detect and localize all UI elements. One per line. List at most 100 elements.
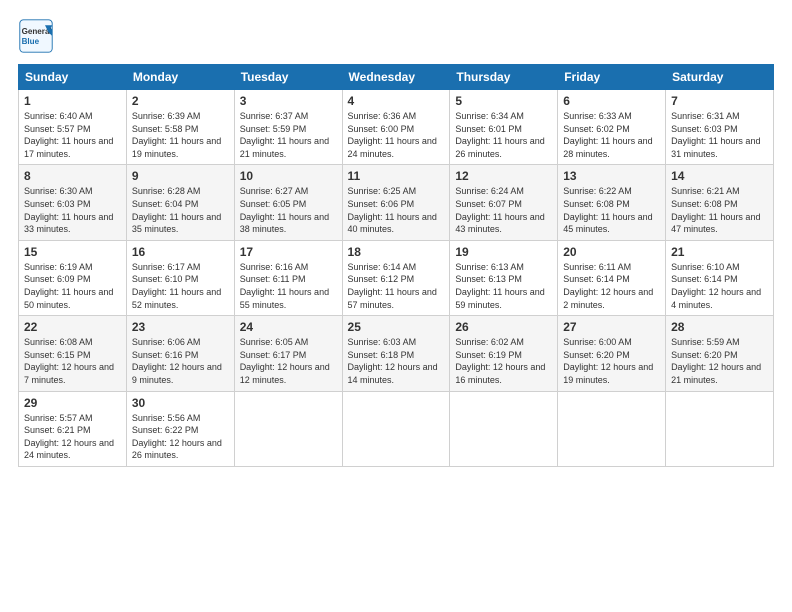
header-row: SundayMondayTuesdayWednesdayThursdayFrid…: [19, 65, 774, 90]
day-number: 27: [563, 320, 660, 334]
cell-info: Sunrise: 6:33 AMSunset: 6:02 PMDaylight:…: [563, 110, 660, 160]
day-number: 6: [563, 94, 660, 108]
logo: General Blue: [18, 18, 54, 54]
day-number: 21: [671, 245, 768, 259]
cell-info: Sunrise: 6:16 AMSunset: 6:11 PMDaylight:…: [240, 261, 337, 311]
calendar-cell: 24Sunrise: 6:05 AMSunset: 6:17 PMDayligh…: [234, 316, 342, 391]
cell-info: Sunrise: 6:28 AMSunset: 6:04 PMDaylight:…: [132, 185, 229, 235]
calendar-cell: 11 Sunrise: 6:25 AMSunset: 6:06 PMDayligh…: [342, 165, 450, 240]
cell-info: Sunrise: 6:11 AMSunset: 6:14 PMDaylight:…: [563, 261, 660, 311]
calendar-cell: 23 Sunrise: 6:06 AMSunset: 6:16 PMDayligh…: [126, 316, 234, 391]
calendar-cell: 28 Sunrise: 5:59 AMSunset: 6:20 PMDayligh…: [666, 316, 774, 391]
col-header-saturday: Saturday: [666, 65, 774, 90]
cell-info: Sunrise: 6:13 AMSunset: 6:13 PMDaylight:…: [455, 261, 552, 311]
day-number: 23: [132, 320, 229, 334]
day-number: 25: [348, 320, 445, 334]
week-row-4: 22 Sunrise: 6:08 AMSunset: 6:15 PMDayligh…: [19, 316, 774, 391]
calendar-cell: 22 Sunrise: 6:08 AMSunset: 6:15 PMDayligh…: [19, 316, 127, 391]
week-row-1: 1 Sunrise: 6:40 AMSunset: 5:57 PMDaylight…: [19, 90, 774, 165]
calendar-cell: [234, 391, 342, 466]
day-number: 28: [671, 320, 768, 334]
cell-info: Sunrise: 5:57 AMSunset: 6:21 PMDaylight:…: [24, 412, 121, 462]
cell-info: Sunrise: 6:21 AMSunset: 6:08 PMDaylight:…: [671, 185, 768, 235]
calendar-cell: 18Sunrise: 6:14 AMSunset: 6:12 PMDayligh…: [342, 240, 450, 315]
calendar-cell: [558, 391, 666, 466]
calendar-cell: 1 Sunrise: 6:40 AMSunset: 5:57 PMDaylight…: [19, 90, 127, 165]
day-number: 8: [24, 169, 121, 183]
day-number: 30: [132, 396, 229, 410]
day-number: 12: [455, 169, 552, 183]
calendar-cell: 2 Sunrise: 6:39 AMSunset: 5:58 PMDaylight…: [126, 90, 234, 165]
cell-info: Sunrise: 6:22 AMSunset: 6:08 PMDaylight:…: [563, 185, 660, 235]
day-number: 15: [24, 245, 121, 259]
week-row-5: 29 Sunrise: 5:57 AMSunset: 6:21 PMDayligh…: [19, 391, 774, 466]
calendar-cell: 3Sunrise: 6:37 AMSunset: 5:59 PMDaylight…: [234, 90, 342, 165]
cell-info: Sunrise: 6:37 AMSunset: 5:59 PMDaylight:…: [240, 110, 337, 160]
calendar-cell: 10Sunrise: 6:27 AMSunset: 6:05 PMDayligh…: [234, 165, 342, 240]
cell-info: Sunrise: 6:40 AMSunset: 5:57 PMDaylight:…: [24, 110, 121, 160]
svg-text:Blue: Blue: [22, 37, 40, 46]
day-number: 19: [455, 245, 552, 259]
logo-icon: General Blue: [18, 18, 54, 54]
day-number: 1: [24, 94, 121, 108]
calendar-cell: [342, 391, 450, 466]
day-number: 14: [671, 169, 768, 183]
col-header-monday: Monday: [126, 65, 234, 90]
day-number: 17: [240, 245, 337, 259]
cell-info: Sunrise: 6:24 AMSunset: 6:07 PMDaylight:…: [455, 185, 552, 235]
calendar-cell: 14 Sunrise: 6:21 AMSunset: 6:08 PMDayligh…: [666, 165, 774, 240]
calendar-cell: 8 Sunrise: 6:30 AMSunset: 6:03 PMDaylight…: [19, 165, 127, 240]
calendar-table: SundayMondayTuesdayWednesdayThursdayFrid…: [18, 64, 774, 467]
col-header-wednesday: Wednesday: [342, 65, 450, 90]
cell-info: Sunrise: 6:34 AMSunset: 6:01 PMDaylight:…: [455, 110, 552, 160]
calendar-cell: 30 Sunrise: 5:56 AMSunset: 6:22 PMDayligh…: [126, 391, 234, 466]
week-row-2: 8 Sunrise: 6:30 AMSunset: 6:03 PMDaylight…: [19, 165, 774, 240]
calendar-cell: 25 Sunrise: 6:03 AMSunset: 6:18 PMDayligh…: [342, 316, 450, 391]
week-row-3: 15Sunrise: 6:19 AMSunset: 6:09 PMDayligh…: [19, 240, 774, 315]
cell-info: Sunrise: 6:02 AMSunset: 6:19 PMDaylight:…: [455, 336, 552, 386]
day-number: 13: [563, 169, 660, 183]
cell-info: Sunrise: 6:31 AMSunset: 6:03 PMDaylight:…: [671, 110, 768, 160]
cell-info: Sunrise: 6:27 AMSunset: 6:05 PMDaylight:…: [240, 185, 337, 235]
col-header-sunday: Sunday: [19, 65, 127, 90]
calendar-cell: 4Sunrise: 6:36 AMSunset: 6:00 PMDaylight…: [342, 90, 450, 165]
cell-info: Sunrise: 6:17 AMSunset: 6:10 PMDaylight:…: [132, 261, 229, 311]
cell-info: Sunrise: 6:06 AMSunset: 6:16 PMDaylight:…: [132, 336, 229, 386]
day-number: 11: [348, 169, 445, 183]
calendar-cell: 7 Sunrise: 6:31 AMSunset: 6:03 PMDaylight…: [666, 90, 774, 165]
day-number: 22: [24, 320, 121, 334]
calendar-cell: 15Sunrise: 6:19 AMSunset: 6:09 PMDayligh…: [19, 240, 127, 315]
day-number: 16: [132, 245, 229, 259]
calendar-cell: 9Sunrise: 6:28 AMSunset: 6:04 PMDaylight…: [126, 165, 234, 240]
calendar-cell: 16 Sunrise: 6:17 AMSunset: 6:10 PMDayligh…: [126, 240, 234, 315]
cell-info: Sunrise: 5:59 AMSunset: 6:20 PMDaylight:…: [671, 336, 768, 386]
cell-info: Sunrise: 6:00 AMSunset: 6:20 PMDaylight:…: [563, 336, 660, 386]
col-header-thursday: Thursday: [450, 65, 558, 90]
day-number: 26: [455, 320, 552, 334]
calendar-cell: 21 Sunrise: 6:10 AMSunset: 6:14 PMDayligh…: [666, 240, 774, 315]
calendar-cell: 13 Sunrise: 6:22 AMSunset: 6:08 PMDayligh…: [558, 165, 666, 240]
day-number: 18: [348, 245, 445, 259]
day-number: 7: [671, 94, 768, 108]
cell-info: Sunrise: 6:10 AMSunset: 6:14 PMDaylight:…: [671, 261, 768, 311]
calendar-cell: 27 Sunrise: 6:00 AMSunset: 6:20 PMDayligh…: [558, 316, 666, 391]
cell-info: Sunrise: 6:39 AMSunset: 5:58 PMDaylight:…: [132, 110, 229, 160]
page: General Blue SundayMondayTuesdayWednesda…: [0, 0, 792, 612]
calendar-cell: 6 Sunrise: 6:33 AMSunset: 6:02 PMDaylight…: [558, 90, 666, 165]
col-header-friday: Friday: [558, 65, 666, 90]
cell-info: Sunrise: 5:56 AMSunset: 6:22 PMDaylight:…: [132, 412, 229, 462]
calendar-cell: [450, 391, 558, 466]
calendar-cell: 17 Sunrise: 6:16 AMSunset: 6:11 PMDayligh…: [234, 240, 342, 315]
day-number: 29: [24, 396, 121, 410]
day-number: 24: [240, 320, 337, 334]
cell-info: Sunrise: 6:03 AMSunset: 6:18 PMDaylight:…: [348, 336, 445, 386]
calendar-cell: [666, 391, 774, 466]
calendar-cell: 20Sunrise: 6:11 AMSunset: 6:14 PMDayligh…: [558, 240, 666, 315]
cell-info: Sunrise: 6:25 AMSunset: 6:06 PMDaylight:…: [348, 185, 445, 235]
day-number: 2: [132, 94, 229, 108]
col-header-tuesday: Tuesday: [234, 65, 342, 90]
cell-info: Sunrise: 6:30 AMSunset: 6:03 PMDaylight:…: [24, 185, 121, 235]
calendar-cell: 12 Sunrise: 6:24 AMSunset: 6:07 PMDayligh…: [450, 165, 558, 240]
cell-info: Sunrise: 6:08 AMSunset: 6:15 PMDaylight:…: [24, 336, 121, 386]
day-number: 5: [455, 94, 552, 108]
